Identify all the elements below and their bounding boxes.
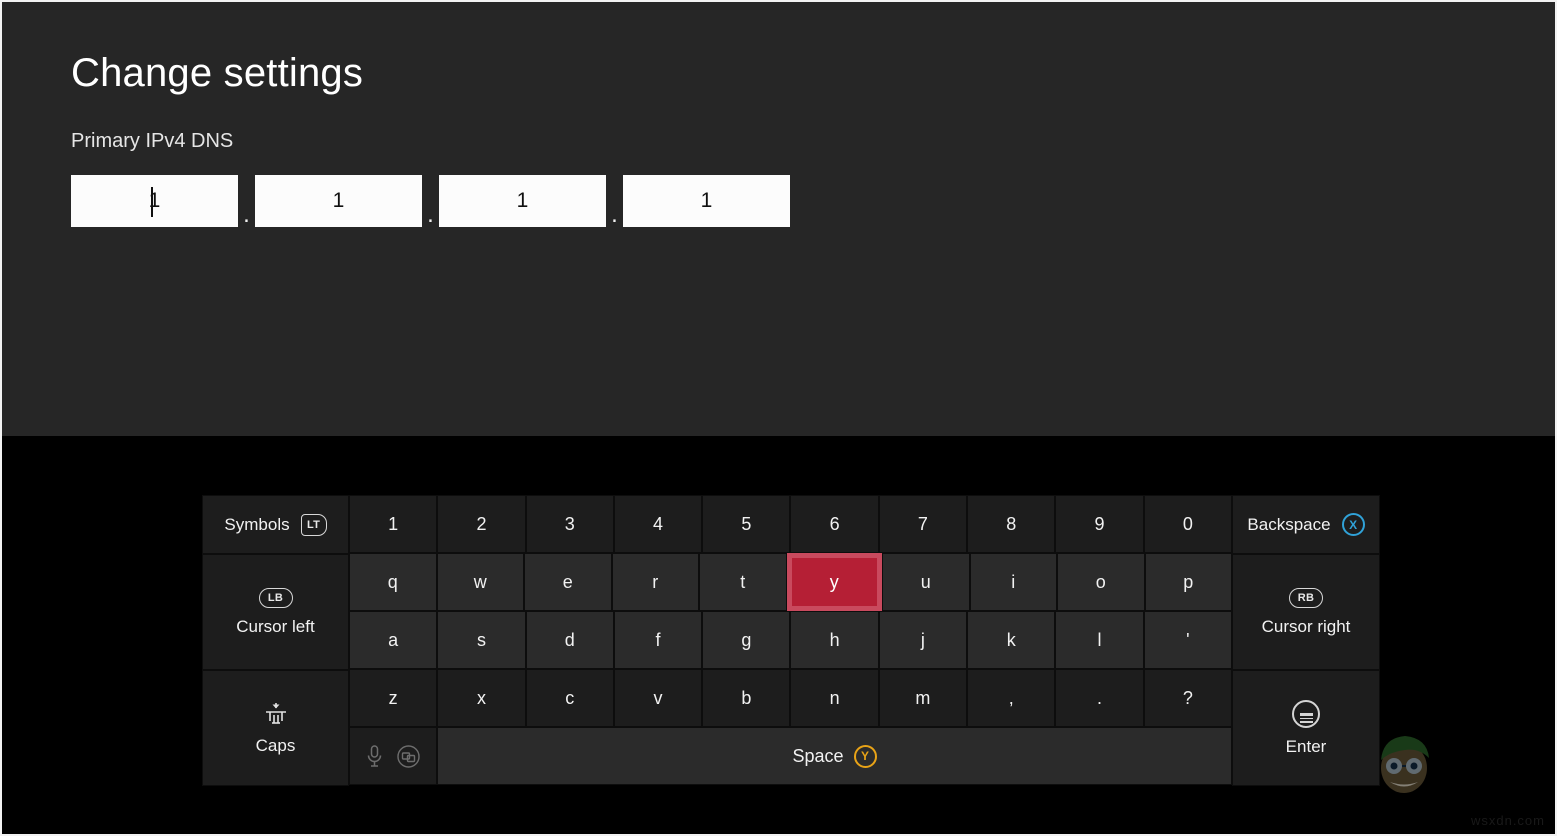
key-z[interactable]: z — [349, 669, 438, 727]
key-p[interactable]: p — [1144, 553, 1232, 611]
keyboard-row-qwerty: q w e r t y u i o p — [349, 553, 1232, 611]
field-label: Primary IPv4 DNS — [71, 130, 234, 152]
caps-label: Caps — [255, 735, 296, 755]
key-3[interactable]: 3 — [525, 495, 614, 553]
button-y-icon: Y — [853, 744, 877, 768]
keyboard-region: Symbols LT LB Cursor left Caps 1 2 3 4 5… — [2, 436, 1555, 834]
xbox-settings-screen: Change settings Primary IPv4 DNS 1 . 1 .… — [0, 0, 1557, 836]
octet-value-4: 1 — [700, 189, 713, 212]
key-d[interactable]: d — [525, 611, 614, 669]
key-7[interactable]: 7 — [878, 495, 968, 553]
ipv4-octet-row: 1 . 1 . 1 . 1 — [71, 175, 790, 227]
key-t[interactable]: t — [699, 553, 787, 611]
key-b[interactable]: b — [702, 669, 791, 727]
key-f[interactable]: f — [613, 611, 703, 669]
key-y[interactable]: y — [786, 553, 882, 611]
key-e[interactable]: e — [524, 553, 612, 611]
cursor-left-label: Cursor left — [236, 616, 315, 636]
bumper-rb-icon: RB — [1289, 587, 1323, 608]
text-caret — [151, 187, 153, 217]
key-g[interactable]: g — [702, 611, 791, 669]
keyboard-row-numbers: 1 2 3 4 5 6 7 8 9 0 — [349, 495, 1232, 553]
key-m[interactable]: m — [878, 669, 968, 727]
key-o[interactable]: o — [1057, 553, 1145, 611]
caps-key[interactable]: Caps — [202, 670, 349, 786]
keyboard-row-space: Space Y — [349, 727, 1232, 785]
bumper-lb-icon: LB — [258, 587, 293, 608]
virtual-keyboard: Symbols LT LB Cursor left Caps 1 2 3 4 5… — [202, 495, 1380, 786]
enter-key[interactable]: Enter — [1232, 670, 1380, 786]
caps-lock-icon — [261, 701, 291, 727]
keyboard-left-column: Symbols LT LB Cursor left Caps — [202, 495, 349, 786]
octet-input-2[interactable]: 1 — [255, 175, 422, 227]
key-c[interactable]: c — [525, 669, 614, 727]
key-0[interactable]: 0 — [1143, 495, 1232, 553]
symbols-key[interactable]: Symbols LT — [202, 495, 349, 554]
key-v[interactable]: v — [613, 669, 703, 727]
page-title: Change settings — [71, 51, 364, 95]
settings-panel: Change settings Primary IPv4 DNS 1 . 1 .… — [2, 2, 1555, 436]
octet-value-2: 1 — [332, 189, 345, 212]
key-8[interactable]: 8 — [967, 495, 1056, 553]
key-4[interactable]: 4 — [613, 495, 703, 553]
key-j[interactable]: j — [878, 611, 968, 669]
trigger-lt-icon: LT — [300, 513, 327, 536]
backspace-key[interactable]: Backspace X — [1232, 495, 1380, 554]
enter-label: Enter — [1285, 736, 1327, 756]
key-k[interactable]: k — [967, 611, 1056, 669]
keyboard-row-bottom: z x c v b n m , . ? — [349, 669, 1232, 727]
key-w[interactable]: w — [436, 553, 524, 611]
octet-value-3: 1 — [516, 189, 529, 212]
key-9[interactable]: 9 — [1055, 495, 1144, 553]
key-q[interactable]: q — [349, 553, 437, 611]
key-5[interactable]: 5 — [702, 495, 791, 553]
cursor-right-key[interactable]: RB Cursor right — [1232, 554, 1380, 670]
octet-separator-3: . — [611, 201, 618, 228]
symbols-label: Symbols — [224, 514, 290, 534]
key-u[interactable]: u — [882, 553, 970, 611]
space-label: Space — [792, 745, 844, 766]
aux-input-key[interactable] — [349, 727, 437, 785]
key-period[interactable]: . — [1055, 669, 1144, 727]
site-watermark: wsxdn.com — [1470, 813, 1545, 828]
keyboard-row-home: a s d f g h j k l ' — [349, 611, 1232, 669]
keyboard-right-column: Backspace X RB Cursor right Enter — [1232, 495, 1380, 786]
key-a[interactable]: a — [349, 611, 438, 669]
space-key[interactable]: Space Y — [437, 727, 1232, 785]
key-2[interactable]: 2 — [437, 495, 526, 553]
octet-input-3[interactable]: 1 — [439, 175, 606, 227]
key-6[interactable]: 6 — [790, 495, 879, 553]
key-h[interactable]: h — [790, 611, 879, 669]
octet-separator-1: . — [243, 201, 250, 228]
microphone-icon — [366, 744, 383, 769]
key-l[interactable]: l — [1055, 611, 1144, 669]
menu-button-icon — [1292, 699, 1320, 728]
key-x[interactable]: x — [437, 669, 526, 727]
key-question[interactable]: ? — [1143, 669, 1232, 727]
key-1[interactable]: 1 — [349, 495, 438, 553]
backspace-label: Backspace — [1247, 514, 1331, 534]
key-r[interactable]: r — [611, 553, 699, 611]
key-apostrophe[interactable]: ' — [1143, 611, 1232, 669]
octet-separator-2: . — [427, 201, 434, 228]
key-comma[interactable]: , — [967, 669, 1056, 727]
cursor-right-label: Cursor right — [1261, 616, 1351, 636]
octet-input-4[interactable]: 1 — [623, 175, 790, 227]
key-n[interactable]: n — [790, 669, 879, 727]
octet-input-1[interactable]: 1 — [71, 175, 238, 227]
cursor-left-key[interactable]: LB Cursor left — [202, 554, 349, 670]
key-s[interactable]: s — [437, 611, 526, 669]
duplicate-screen-icon — [396, 744, 421, 769]
keyboard-center-column: 1 2 3 4 5 6 7 8 9 0 q w e r t y u i o p … — [349, 495, 1232, 786]
key-i[interactable]: i — [969, 553, 1057, 611]
button-x-icon: X — [1341, 513, 1365, 536]
